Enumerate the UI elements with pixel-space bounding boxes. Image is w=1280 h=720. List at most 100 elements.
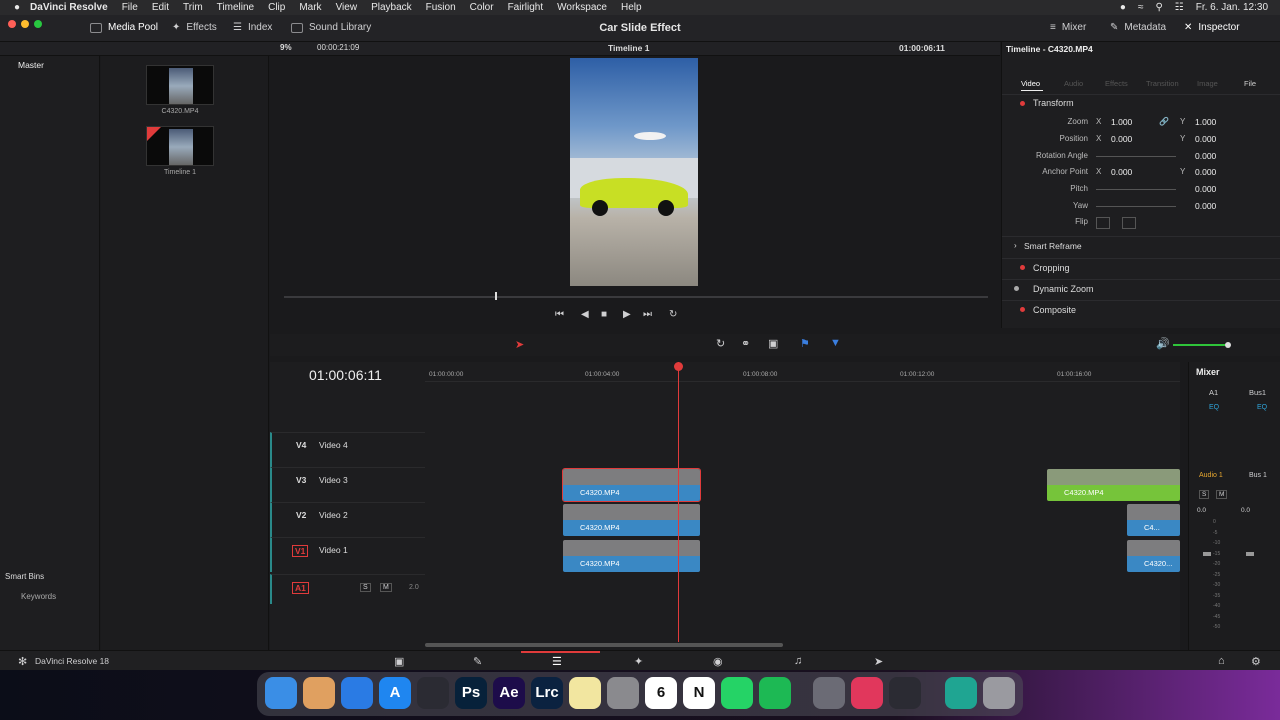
- menu-app-name[interactable]: DaVinci Resolve: [30, 2, 108, 13]
- fairlight-page-icon[interactable]: ♫: [794, 655, 802, 667]
- close-window-button[interactable]: [8, 20, 16, 28]
- cut-page-icon[interactable]: ✎: [473, 655, 482, 668]
- chatgpt-icon[interactable]: [945, 677, 977, 709]
- go-to-end-icon[interactable]: ⏭: [643, 309, 652, 320]
- index-button[interactable]: ☰ Index: [233, 22, 272, 33]
- home-icon[interactable]: ⌂: [1218, 655, 1225, 667]
- timeline-thumbnail[interactable]: [146, 126, 214, 166]
- cropping-section[interactable]: Cropping: [1002, 258, 1280, 278]
- menu-file[interactable]: File: [122, 2, 138, 13]
- sound-library-button[interactable]: Sound Library: [291, 22, 371, 33]
- flip-vertical-button[interactable]: [1122, 217, 1136, 229]
- playhead[interactable]: [678, 362, 679, 642]
- transform-section[interactable]: Transform: [1002, 94, 1280, 114]
- selection-tool-icon[interactable]: ➤: [515, 338, 524, 351]
- composite-toggle[interactable]: [1020, 307, 1025, 312]
- snapping-icon[interactable]: ↻: [716, 337, 725, 350]
- metadata-button[interactable]: ✎ Metadata: [1110, 22, 1166, 33]
- composite-section[interactable]: Composite: [1002, 300, 1280, 320]
- mixer-mute-button[interactable]: M: [1216, 490, 1228, 499]
- viewer-zoom[interactable]: 9%: [280, 43, 292, 52]
- track-header-v1[interactable]: V1 Video 1: [270, 537, 425, 572]
- transform-toggle[interactable]: [1020, 101, 1025, 106]
- spotify-icon[interactable]: [759, 677, 791, 709]
- volume-slider[interactable]: [1173, 344, 1225, 346]
- effects-button[interactable]: ✦ Effects: [172, 22, 217, 33]
- play-icon[interactable]: ▶: [623, 309, 631, 320]
- anchor-y-value[interactable]: 0.000: [1195, 167, 1216, 177]
- notion-icon[interactable]: N: [683, 677, 715, 709]
- menu-trim[interactable]: Trim: [183, 2, 203, 13]
- mixer-button[interactable]: ≡ Mixer: [1050, 22, 1086, 33]
- app-store-icon[interactable]: A: [379, 677, 411, 709]
- volume-icon[interactable]: 🔊: [1156, 337, 1170, 350]
- zoom-y-value[interactable]: 1.000: [1195, 117, 1216, 127]
- notes-icon[interactable]: [569, 677, 601, 709]
- trash-icon[interactable]: [983, 677, 1015, 709]
- smart-bins[interactable]: Smart Bins: [5, 572, 44, 581]
- track-header-v3[interactable]: V3 Video 3: [270, 467, 425, 502]
- rotation-slider[interactable]: [1096, 156, 1176, 157]
- color-page-icon[interactable]: ◉: [713, 655, 723, 668]
- finder-icon[interactable]: [265, 677, 297, 709]
- marker-icon[interactable]: ▼: [830, 337, 841, 349]
- settings-gear-icon[interactable]: ⚙: [1251, 655, 1261, 668]
- menu-clip[interactable]: Clip: [268, 2, 285, 13]
- davinci-icon[interactable]: [417, 677, 449, 709]
- menu-mark[interactable]: Mark: [299, 2, 321, 13]
- go-to-start-icon[interactable]: ⏮: [555, 309, 564, 320]
- scrubber-bar[interactable]: [284, 296, 988, 298]
- lightroom-icon[interactable]: Lrc: [531, 677, 563, 709]
- mixer-solo-button[interactable]: S: [1199, 490, 1210, 499]
- deliver-page-icon[interactable]: ➤: [874, 655, 883, 668]
- fader-a1[interactable]: [1203, 552, 1211, 556]
- timeline-clip[interactable]: C4320.MP4: [563, 540, 700, 572]
- tab-transition[interactable]: Transition: [1146, 79, 1179, 88]
- fusion-page-icon[interactable]: ✦: [634, 655, 643, 668]
- zoom-window-button[interactable]: [34, 20, 42, 28]
- timeline-selector[interactable]: Timeline 1: [608, 43, 649, 53]
- safari-icon[interactable]: [341, 677, 373, 709]
- position-x-value[interactable]: 0.000: [1111, 134, 1132, 144]
- video-preview[interactable]: [570, 58, 698, 286]
- menu-color[interactable]: Color: [470, 2, 494, 13]
- menu-help[interactable]: Help: [621, 2, 642, 13]
- stop-icon[interactable]: ■: [601, 309, 607, 320]
- mute-button[interactable]: M: [380, 583, 392, 592]
- dynamic-zoom-toggle[interactable]: [1014, 286, 1019, 291]
- flip-horizontal-button[interactable]: [1096, 217, 1110, 229]
- smart-reframe-section[interactable]: › Smart Reframe: [1002, 236, 1280, 256]
- minimize-window-button[interactable]: [21, 20, 29, 28]
- wifi-icon[interactable]: ≈: [1138, 2, 1144, 13]
- quicktime-icon[interactable]: [813, 677, 845, 709]
- flag-icon[interactable]: ⚑: [800, 337, 810, 350]
- solo-button[interactable]: S: [360, 583, 371, 592]
- apple-icon[interactable]: ●: [14, 2, 20, 13]
- tab-image[interactable]: Image: [1197, 79, 1218, 88]
- control-center-icon[interactable]: ☷: [1175, 2, 1184, 13]
- tab-video[interactable]: Video: [1021, 79, 1040, 88]
- calendar-icon[interactable]: 6: [645, 677, 677, 709]
- tab-effects[interactable]: Effects: [1105, 79, 1128, 88]
- position-lock-icon[interactable]: ▣: [768, 337, 778, 350]
- after-effects-icon[interactable]: Ae: [493, 677, 525, 709]
- tab-audio[interactable]: Audio: [1064, 79, 1083, 88]
- loop-icon[interactable]: ↻: [669, 309, 677, 320]
- time-ruler[interactable]: 01:00:00:00 01:00:04:00 01:00:08:00 01:0…: [425, 362, 1180, 382]
- eq-button[interactable]: EQ: [1257, 404, 1267, 411]
- yaw-value[interactable]: 0.000: [1195, 201, 1216, 211]
- media-clip-thumbnail[interactable]: [146, 65, 214, 105]
- track-header-a1[interactable]: A1 S M 2.0: [270, 574, 425, 604]
- timeline-clip[interactable]: C4320.MP4: [563, 504, 700, 536]
- volume-slider-handle[interactable]: [1225, 342, 1231, 348]
- inspector-button[interactable]: ✕ Inspector: [1184, 22, 1240, 33]
- menu-timeline[interactable]: Timeline: [217, 2, 254, 13]
- eq-button[interactable]: EQ: [1209, 404, 1219, 411]
- position-y-value[interactable]: 0.000: [1195, 134, 1216, 144]
- tab-file[interactable]: File: [1244, 79, 1256, 88]
- link-icon[interactable]: 🔗: [1159, 117, 1169, 126]
- timeline-scrollbar[interactable]: [425, 643, 783, 647]
- pitch-value[interactable]: 0.000: [1195, 184, 1216, 194]
- timeline-clip[interactable]: C4320.MP4: [1047, 469, 1180, 501]
- play-reverse-icon[interactable]: ◀: [581, 309, 589, 320]
